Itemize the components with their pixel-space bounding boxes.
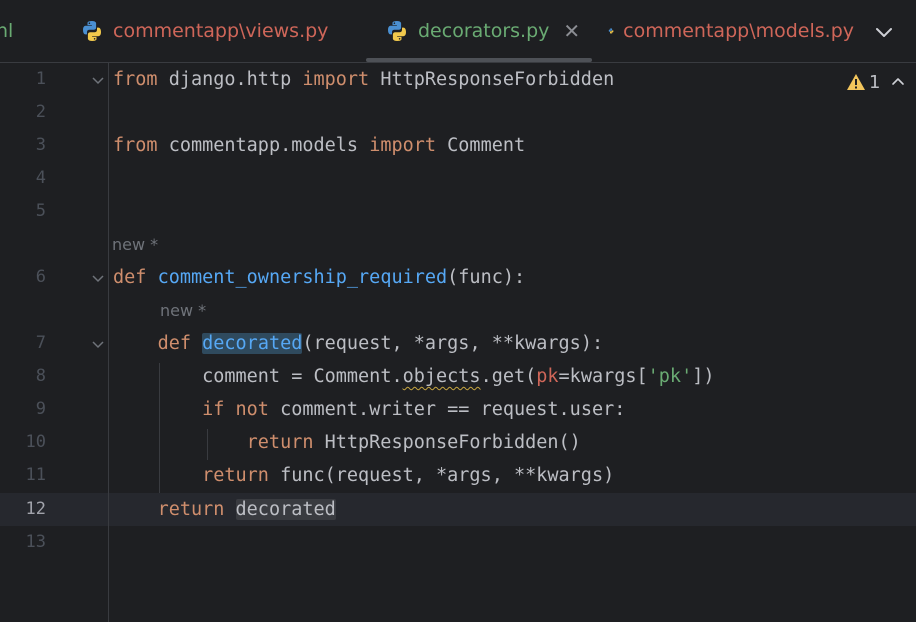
line-number: 8: [35, 366, 46, 386]
editor-tab-bar: nl commentapp\views.py decorators.py ✕ c…: [0, 0, 916, 63]
python-icon: [608, 28, 614, 34]
code-text: def decorated(request, *args, **kwargs):: [157, 333, 604, 354]
chevron-down-icon[interactable]: [872, 20, 896, 44]
code-line[interactable]: 9 if not comment.writer == request.user:: [0, 393, 916, 426]
line-number: 13: [25, 532, 46, 552]
tab-label: nl: [0, 20, 14, 42]
line-number: 1: [35, 69, 46, 89]
code-line[interactable]: 11 return func(request, *args, **kwargs): [0, 459, 916, 492]
code-line[interactable]: 5: [0, 195, 916, 228]
tab-label: commentapp\views.py: [113, 20, 329, 42]
tab-views[interactable]: commentapp\views.py: [80, 0, 328, 62]
code-text: from commentapp.models import Comment: [113, 135, 526, 156]
line-number: 5: [35, 201, 46, 221]
code-text: return decorated: [157, 499, 336, 520]
code-line[interactable]: 10 return HttpResponseForbidden(): [0, 426, 916, 459]
line-number: 3: [35, 135, 46, 155]
symbol-usage-highlight: decorated: [202, 333, 303, 354]
code-line[interactable]: 7 def decorated(request, *args, **kwargs…: [0, 327, 916, 360]
line-number: 12: [25, 499, 46, 519]
python-icon: [83, 21, 101, 41]
code-line[interactable]: 8 comment = Comment.objects.get(pk=kwarg…: [0, 360, 916, 393]
author-inlay-row: new *: [0, 228, 916, 261]
line-number: 9: [35, 399, 46, 419]
code-text: return HttpResponseForbidden(): [246, 432, 581, 453]
code-text: from django.http import HttpResponseForb…: [113, 69, 615, 90]
line-number: 4: [35, 168, 46, 188]
line-number: 11: [25, 465, 46, 485]
close-icon[interactable]: ✕: [563, 19, 580, 43]
fold-chevron-icon[interactable]: [90, 336, 106, 352]
code-line[interactable]: 3 from commentapp.models import Comment: [0, 129, 916, 162]
tab-decorators[interactable]: decorators.py ✕: [385, 0, 580, 62]
fold-chevron-icon[interactable]: [90, 270, 106, 286]
line-number: 7: [35, 333, 46, 353]
line-number: 6: [35, 267, 46, 287]
code-text: comment = Comment.objects.get(pk=kwargs[…: [202, 366, 715, 387]
code-line[interactable]: 13: [0, 526, 916, 559]
code-line[interactable]: 6 def comment_ownership_required(func):: [0, 261, 916, 294]
tab-label: decorators.py: [418, 20, 550, 42]
tab-models[interactable]: commentapp\models.py: [608, 0, 854, 62]
code-text: if not comment.writer == request.user:: [202, 399, 626, 420]
code-line-current[interactable]: 12 return decorated: [0, 493, 916, 526]
code-text: def comment_ownership_required(func):: [113, 267, 526, 288]
code-editor[interactable]: 1 1 from django.http import HttpResponse…: [0, 63, 916, 622]
line-number: 2: [35, 102, 46, 122]
author-inlay[interactable]: new *: [112, 228, 158, 261]
author-inlay[interactable]: new *: [160, 294, 206, 327]
line-number: 10: [25, 432, 46, 452]
code-line[interactable]: 1 from django.http import HttpResponseFo…: [0, 63, 916, 96]
symbol-reference-highlight: decorated: [235, 499, 336, 520]
python-icon: [388, 21, 406, 41]
fold-chevron-icon[interactable]: [90, 72, 106, 88]
tab-partial[interactable]: nl: [0, 0, 13, 62]
code-line[interactable]: 4: [0, 162, 916, 195]
code-text: return func(request, *args, **kwargs): [202, 465, 615, 486]
tab-label: commentapp\models.py: [623, 20, 854, 42]
warning-squiggle: objects: [402, 366, 481, 387]
author-inlay-row: new *: [0, 294, 916, 327]
code-line[interactable]: 2: [0, 96, 916, 129]
active-tab-indicator: [366, 58, 592, 62]
